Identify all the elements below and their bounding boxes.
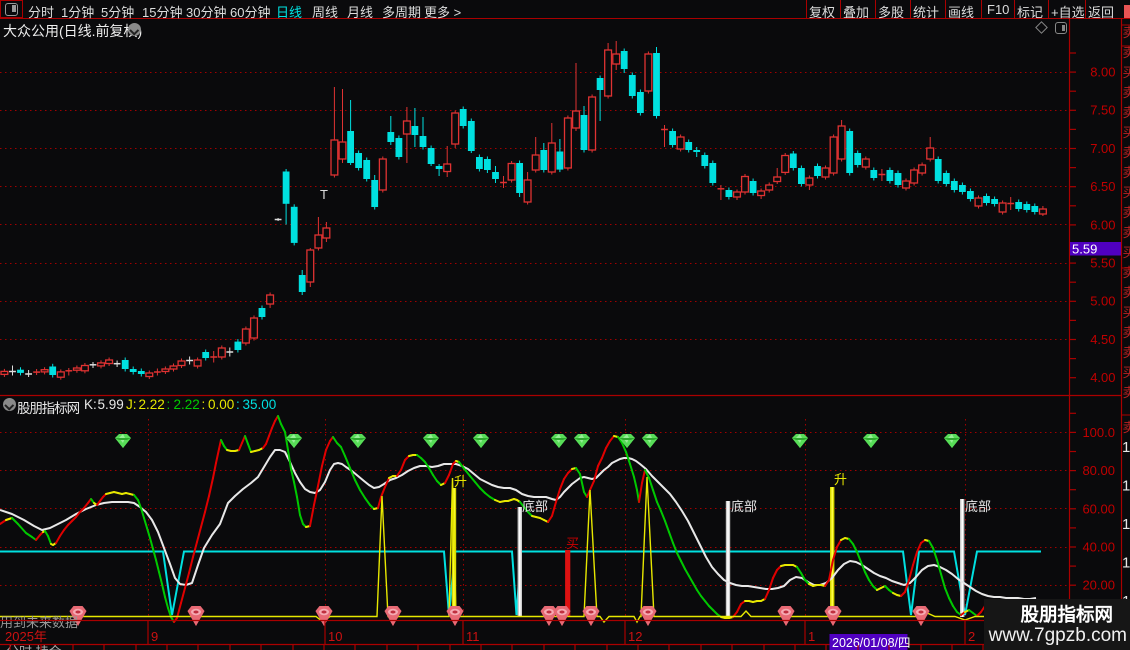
svg-text:买: 买: [1123, 365, 1130, 380]
svg-text:1: 1: [1122, 555, 1130, 572]
svg-text:4.00: 4.00: [1090, 370, 1115, 385]
svg-text:20.00: 20.00: [1082, 578, 1115, 593]
svg-text:用到未来数据: 用到未来数据: [0, 615, 78, 630]
svg-text:9: 9: [151, 629, 158, 644]
svg-text:12: 12: [628, 629, 642, 644]
svg-text:5.00: 5.00: [1090, 294, 1115, 309]
svg-text:卖: 卖: [1123, 45, 1130, 60]
svg-text:5.59: 5.59: [1072, 241, 1097, 256]
svg-text:买: 买: [1123, 65, 1130, 80]
svg-text:60.00: 60.00: [1082, 501, 1115, 516]
svg-text:40.00: 40.00: [1082, 540, 1115, 555]
svg-text:卖: 卖: [1123, 85, 1130, 100]
svg-text:7.50: 7.50: [1090, 103, 1115, 118]
svg-text:1: 1: [1122, 478, 1130, 495]
svg-text:卖: 卖: [1123, 105, 1130, 120]
svg-text:2025年: 2025年: [5, 629, 47, 644]
svg-text:买: 买: [1123, 245, 1130, 260]
svg-text:卖: 卖: [1123, 325, 1130, 340]
svg-text:100.0: 100.0: [1082, 425, 1115, 440]
svg-text:80.00: 80.00: [1082, 463, 1115, 478]
svg-text:底部: 底部: [965, 499, 991, 514]
svg-text:1: 1: [1122, 516, 1130, 533]
svg-text:升: 升: [834, 472, 847, 487]
svg-text:2: 2: [968, 629, 975, 644]
svg-text:买: 买: [1123, 185, 1130, 200]
svg-text:1: 1: [808, 629, 815, 644]
svg-text:底部: 底部: [522, 499, 548, 514]
svg-text:卖: 卖: [1123, 205, 1130, 220]
svg-text:T: T: [320, 187, 328, 202]
svg-text:4.50: 4.50: [1090, 332, 1115, 347]
svg-text:卖: 卖: [1123, 285, 1130, 300]
svg-text:卖: 卖: [1123, 165, 1130, 180]
svg-text:卖: 卖: [1123, 145, 1130, 160]
svg-text:卖: 卖: [1123, 345, 1130, 360]
svg-text:升: 升: [454, 474, 467, 489]
svg-text:8.00: 8.00: [1090, 65, 1115, 80]
svg-text:买: 买: [566, 536, 579, 551]
svg-text:底部: 底部: [731, 499, 757, 514]
svg-text:6.00: 6.00: [1090, 217, 1115, 232]
svg-text:7.00: 7.00: [1090, 141, 1115, 156]
svg-text:卖: 卖: [1123, 420, 1130, 435]
svg-text:11: 11: [466, 629, 480, 644]
svg-text:买: 买: [1123, 125, 1130, 140]
svg-text:5.50: 5.50: [1090, 256, 1115, 271]
svg-text:卖: 卖: [1123, 265, 1130, 280]
svg-text:2026/01/08/四: 2026/01/08/四: [832, 636, 911, 650]
svg-text:卖: 卖: [1123, 225, 1130, 240]
svg-text:买: 买: [1123, 305, 1130, 320]
svg-text:6.50: 6.50: [1090, 179, 1115, 194]
svg-text:1: 1: [1122, 439, 1130, 456]
svg-text:卖: 卖: [1123, 385, 1130, 400]
svg-text:10: 10: [328, 629, 342, 644]
